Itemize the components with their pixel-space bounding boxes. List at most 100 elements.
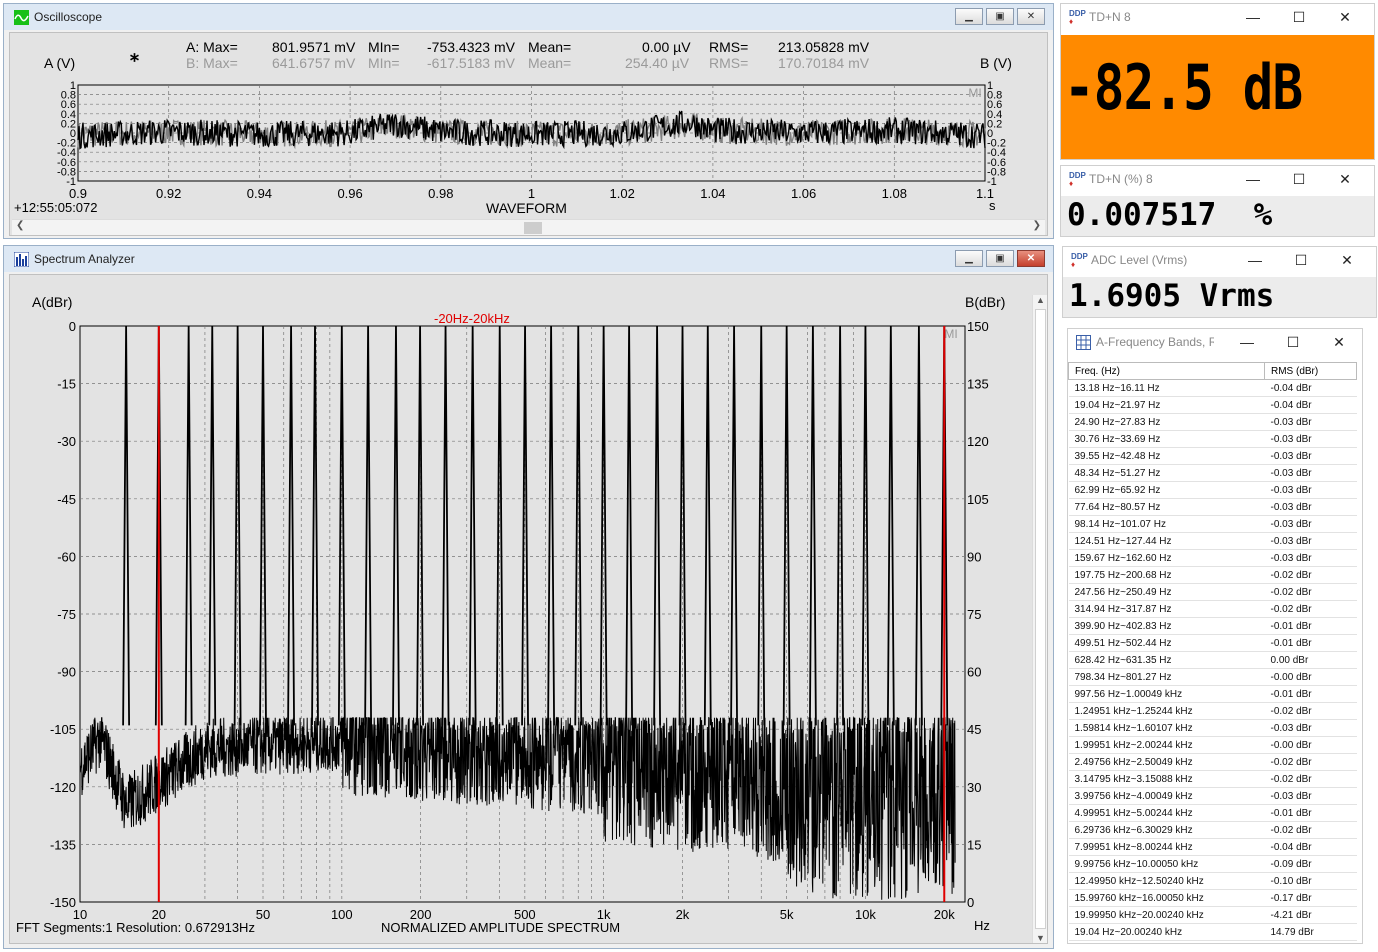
table-row[interactable]: 6.29736 kHz~6.30029 kHz -0.02 dBr: [1068, 821, 1357, 839]
y-tick-left: -45: [57, 492, 76, 507]
close-button[interactable]: ✕: [1322, 6, 1368, 30]
x-tick: 0.96: [337, 186, 362, 201]
cell-freq: 19.04 Hz~20.00240 kHz: [1068, 923, 1265, 941]
table-row[interactable]: 9.99756 kHz~10.00050 kHz -0.09 dBr: [1068, 855, 1357, 873]
y-tick-left: -135: [50, 837, 76, 852]
scroll-right-icon[interactable]: ❯: [1033, 220, 1041, 231]
table-row[interactable]: 1.24951 kHz~1.25244 kHz -0.02 dBr: [1068, 702, 1357, 720]
table-row[interactable]: 19.99950 kHz~20.00240 kHz -4.21 dBr: [1068, 906, 1357, 924]
close-button[interactable]: ✕: [1322, 168, 1368, 192]
table-row[interactable]: 19.04 Hz~21.97 Hz -0.04 dBr: [1068, 396, 1357, 414]
x-tick: 10k: [855, 907, 876, 922]
table-icon: [1076, 334, 1091, 350]
tdn-db-titlebar[interactable]: DDP ♦ TD+N 8 — ☐ ✕: [1061, 4, 1374, 30]
table-row[interactable]: 314.94 Hz~317.87 Hz -0.02 dBr: [1068, 600, 1357, 618]
scroll-thumb[interactable]: [524, 222, 542, 234]
adc-display: 1.6905 Vrms: [1063, 277, 1376, 317]
table-row[interactable]: 399.90 Hz~402.83 Hz -0.01 dBr: [1068, 617, 1357, 635]
bands-titlebar[interactable]: A-Frequency Bands, R... — ☐ ✕: [1068, 329, 1362, 355]
spectrum-scrollbar[interactable]: ▲ ▼: [1032, 295, 1047, 943]
table-row[interactable]: 7.99951 kHz~8.00244 kHz -0.04 dBr: [1068, 838, 1357, 856]
cell-rms: -0.17 dBr: [1264, 889, 1357, 907]
maximize-button[interactable]: ▣: [986, 250, 1014, 267]
close-button[interactable]: ✕: [1017, 8, 1045, 25]
cell-rms: -0.03 dBr: [1264, 532, 1357, 550]
table-row[interactable]: 4.99951 kHz~5.00244 kHz -0.01 dBr: [1068, 804, 1357, 822]
table-row[interactable]: 15.99760 kHz~16.00050 kHz -0.17 dBr: [1068, 889, 1357, 907]
adc-value: 1.6905 Vrms: [1069, 278, 1275, 314]
cell-rms: -0.02 dBr: [1264, 702, 1357, 720]
y-tick-left: 0: [69, 319, 76, 334]
table-row[interactable]: 39.55 Hz~42.48 Hz -0.03 dBr: [1068, 447, 1357, 465]
table-row[interactable]: 48.34 Hz~51.27 Hz -0.03 dBr: [1068, 464, 1357, 482]
spectrum-plot[interactable]: 0 150-15 135-30 120-45 105-60 90-75 75-90 60-10…: [10, 275, 1032, 945]
table-row[interactable]: 2.49756 kHz~2.50049 kHz -0.02 dBr: [1068, 753, 1357, 771]
table-row[interactable]: 1.99951 kHz~2.00244 kHz -0.00 dBr: [1068, 736, 1357, 754]
footer-center: NORMALIZED AMPLITUDE SPECTRUM: [381, 920, 621, 935]
table-row[interactable]: 12.49950 kHz~12.50240 kHz -0.10 dBr: [1068, 872, 1357, 890]
y-tick-left: -105: [50, 722, 76, 737]
cell-rms: -0.03 dBr: [1264, 430, 1357, 448]
cell-rms: -0.01 dBr: [1264, 804, 1357, 822]
tdn-pct-titlebar[interactable]: DDP ♦ TD+N (%) 8 — ☐ ✕: [1061, 166, 1374, 192]
minimize-button[interactable]: ▁: [955, 8, 983, 25]
table-row[interactable]: 62.99 Hz~65.92 Hz -0.03 dBr: [1068, 481, 1357, 499]
cell-rms: -0.04 dBr: [1264, 838, 1357, 856]
ddp-icon: DDP ♦: [1069, 8, 1086, 26]
maximize-button[interactable]: ☐: [1276, 6, 1322, 30]
close-button[interactable]: ✕: [1316, 331, 1362, 355]
table-row[interactable]: 197.75 Hz~200.68 Hz -0.02 dBr: [1068, 566, 1357, 584]
cell-rms: -0.02 dBr: [1264, 753, 1357, 771]
scroll-thumb[interactable]: [1035, 309, 1046, 929]
table-row[interactable]: 628.42 Hz~631.35 Hz 0.00 dBr: [1068, 651, 1357, 669]
col-header-rms[interactable]: RMS (dBr): [1264, 362, 1357, 380]
table-row[interactable]: 499.51 Hz~502.44 Hz -0.01 dBr: [1068, 634, 1357, 652]
window-title: TD+N 8: [1089, 10, 1131, 24]
maximize-button[interactable]: ▣: [986, 8, 1014, 25]
maximize-button[interactable]: ☐: [1270, 331, 1316, 355]
table-row[interactable]: 98.14 Hz~101.07 Hz -0.03 dBr: [1068, 515, 1357, 533]
scroll-left-icon[interactable]: ❮: [16, 220, 24, 231]
y-tick-left: -75: [57, 607, 76, 622]
window-title: TD+N (%) 8: [1089, 172, 1153, 186]
table-row[interactable]: 3.14795 kHz~3.15088 kHz -0.02 dBr: [1068, 770, 1357, 788]
table-row[interactable]: 997.56 Hz~1.00049 kHz -0.01 dBr: [1068, 685, 1357, 703]
tdn-db-display: -82.5 dB: [1061, 35, 1374, 159]
close-button[interactable]: ✕: [1324, 249, 1370, 273]
y-tick-left: -60: [57, 549, 76, 564]
table-row[interactable]: 30.76 Hz~33.69 Hz -0.03 dBr: [1068, 430, 1357, 448]
y-tick-right: 0: [967, 895, 974, 910]
cell-rms: -4.21 dBr: [1264, 906, 1357, 924]
cell-rms: -0.04 dBr: [1264, 396, 1357, 414]
minimize-button[interactable]: —: [1232, 249, 1278, 273]
y-tick-left: -15: [57, 377, 76, 392]
table-row[interactable]: 1.59814 kHz~1.60107 kHz -0.03 dBr: [1068, 719, 1357, 737]
table-row[interactable]: 247.56 Hz~250.49 Hz -0.02 dBr: [1068, 583, 1357, 601]
scroll-down-icon[interactable]: ▼: [1036, 933, 1045, 943]
table-row[interactable]: 19.04 Hz~20.00240 kHz 14.79 dBr: [1068, 923, 1357, 941]
oscilloscope-titlebar[interactable]: Oscilloscope ▁ ▣ ✕: [4, 4, 1053, 30]
waveform-scrollbar[interactable]: ❮ ❯: [12, 219, 1045, 235]
minimize-button[interactable]: —: [1230, 168, 1276, 192]
x-tick: 0.98: [428, 186, 453, 201]
table-row[interactable]: 13.18 Hz~16.11 Hz -0.04 dBr: [1068, 379, 1357, 397]
table-row[interactable]: 24.90 Hz~27.83 Hz -0.03 dBr: [1068, 413, 1357, 431]
adc-titlebar[interactable]: DDP ♦ ADC Level (Vrms) — ☐ ✕: [1063, 247, 1376, 273]
maximize-button[interactable]: ☐: [1278, 249, 1324, 273]
table-row[interactable]: 798.34 Hz~801.27 Hz -0.00 dBr: [1068, 668, 1357, 686]
maximize-button[interactable]: ☐: [1276, 168, 1322, 192]
x-tick: 1: [528, 186, 535, 201]
table-row[interactable]: 3.99756 kHz~4.00049 kHz -0.03 dBr: [1068, 787, 1357, 805]
scroll-up-icon[interactable]: ▲: [1036, 295, 1045, 305]
minimize-button[interactable]: —: [1230, 6, 1276, 30]
spectrum-titlebar[interactable]: Spectrum Analyzer ▁ ▣ ✕: [4, 246, 1053, 272]
x-tick: 50: [256, 907, 270, 922]
minimize-button[interactable]: —: [1224, 331, 1270, 355]
table-row[interactable]: 124.51 Hz~127.44 Hz -0.03 dBr: [1068, 532, 1357, 550]
table-row[interactable]: 77.64 Hz~80.57 Hz -0.03 dBr: [1068, 498, 1357, 516]
col-header-freq[interactable]: Freq. (Hz): [1068, 362, 1265, 380]
close-button[interactable]: ✕: [1017, 250, 1045, 267]
minimize-button[interactable]: ▁: [955, 250, 983, 267]
cell-rms: -0.01 dBr: [1264, 634, 1357, 652]
table-row[interactable]: 159.67 Hz~162.60 Hz -0.03 dBr: [1068, 549, 1357, 567]
